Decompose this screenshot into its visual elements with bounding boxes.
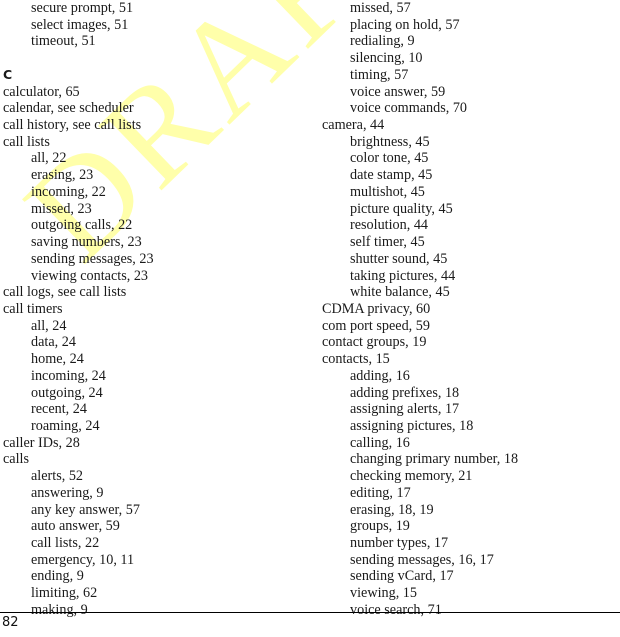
index-entry-sub: voice answer, 59 xyxy=(350,83,446,100)
index-entry-sub: any key answer, 57 xyxy=(31,501,140,518)
index-entry-sub: brightness, 45 xyxy=(350,133,430,150)
index-entry-sub: timing, 57 xyxy=(350,66,409,83)
index-column-left: secure prompt, 51 select images, 51 timeou… xyxy=(3,0,303,619)
index-entry-sub: saving numbers, 23 xyxy=(31,234,142,251)
index-entry-sub: timeout, 51 xyxy=(31,33,96,50)
page-footer: 82 xyxy=(0,612,620,632)
index-entry-main: calculator, 65 xyxy=(3,83,80,100)
index-entry-main: contact groups, 19 xyxy=(322,334,427,351)
index-entry-sub: picture quality, 45 xyxy=(350,200,453,217)
index-entry-sub: sending messages, 23 xyxy=(31,250,154,267)
index-entry-sub: number types, 17 xyxy=(350,535,449,551)
index-entry-sub: missed, 57 xyxy=(350,0,411,16)
index-entry-sub: resolution, 44 xyxy=(350,217,429,234)
index-entry-main: call lists xyxy=(3,133,50,150)
index-entry-sub: incoming, 24 xyxy=(31,367,106,384)
index-entry-sub: incoming, 22 xyxy=(31,183,106,200)
index-entry-sub: emergency, 10, 11 xyxy=(31,551,135,568)
index-entry-sub: multishot, 45 xyxy=(350,183,425,200)
index-section-heading: C xyxy=(3,66,13,82)
index-entry-sub: placing on hold, 57 xyxy=(350,16,460,33)
index-entry-sub: white balance, 45 xyxy=(350,284,450,301)
index-entry-sub: roaming, 24 xyxy=(31,417,100,434)
index-entry-sub: voice commands, 70 xyxy=(350,100,468,117)
index-entry-sub: erasing, 18, 19 xyxy=(350,501,434,518)
index-entry-sub: missed, 23 xyxy=(31,200,92,217)
index-spacer xyxy=(3,50,303,67)
index-entry-main: call history, see call lists xyxy=(3,117,142,134)
index-entry-sub: adding, 16 xyxy=(350,367,410,384)
index-entry-main: caller IDs, 28 xyxy=(3,434,80,451)
index-entry-sub: limiting, 62 xyxy=(31,585,98,602)
index-entry-main: com port speed, 59 xyxy=(322,317,430,334)
index-entry-sub: all, 22 xyxy=(31,150,67,167)
index-entry-sub: editing, 17 xyxy=(350,484,411,501)
index-entry-main: camera, 44 xyxy=(322,117,385,134)
index-entry-sub: checking memory, 21 xyxy=(350,468,473,485)
index-entry-sub: data, 24 xyxy=(31,334,76,351)
index-entry-sub: self timer, 45 xyxy=(350,234,425,251)
index-entry-sub: all, 24 xyxy=(31,317,67,334)
index-entry-sub: assigning pictures, 18 xyxy=(350,417,474,434)
index-entry-sub: calling, 16 xyxy=(350,434,410,451)
index-entry-sub: outgoing calls, 22 xyxy=(31,217,133,234)
index-entry-sub: outgoing, 24 xyxy=(31,384,103,401)
index-entry-sub: auto answer, 59 xyxy=(31,518,120,535)
index-entry-sub: answering, 9 xyxy=(31,484,104,501)
index-entry-sub: changing primary number, 18 xyxy=(350,451,519,468)
index-entry-sub: groups, 19 xyxy=(350,518,410,535)
index-entry-sub: viewing contacts, 23 xyxy=(31,267,149,284)
index-entry-sub: call lists, 22 xyxy=(31,535,100,551)
index-entry-sub: color tone, 45 xyxy=(350,150,429,167)
index-entry-sub: assigning alerts, 17 xyxy=(350,401,460,418)
index-entry-sub: redialing, 9 xyxy=(350,33,415,50)
index-entry-main: call logs, see call lists xyxy=(3,284,127,301)
index-entry-main: contacts, 15 xyxy=(322,351,390,368)
index-entry-sub: sending messages, 16, 17 xyxy=(350,551,494,568)
index-entry-sub: date stamp, 45 xyxy=(350,167,433,184)
index-page-content: secure prompt, 51 select images, 51 timeou… xyxy=(0,0,620,637)
index-entry-sub: home, 24 xyxy=(31,351,84,368)
index-entry-sub: sending vCard, 17 xyxy=(350,568,454,585)
index-entry-sub: ending, 9 xyxy=(31,568,84,585)
index-entry-sub: select images, 51 xyxy=(31,16,129,33)
index-entry-main: calls xyxy=(3,451,29,468)
index-entry-sub: alerts, 52 xyxy=(31,468,84,485)
index-entry-main: CDMA privacy, 60 xyxy=(322,300,431,317)
page-number: 82 xyxy=(2,615,19,630)
index-entry-sub: adding prefixes, 18 xyxy=(350,384,460,401)
index-entry-main: calendar, see scheduler xyxy=(3,100,134,117)
index-entry-sub: viewing, 15 xyxy=(350,585,417,602)
index-entry-sub: shutter sound, 45 xyxy=(350,250,448,267)
index-entry-sub: secure prompt, 51 xyxy=(31,0,134,16)
index-entry-sub: taking pictures, 44 xyxy=(350,267,456,284)
index-entry-main: call timers xyxy=(3,300,63,317)
index-entry-sub: erasing, 23 xyxy=(31,167,94,184)
index-entry-sub: silencing, 10 xyxy=(350,50,423,67)
index-column-right: missed, 57 placing on hold, 57 redialing, … xyxy=(322,0,620,619)
index-entry-sub: recent, 24 xyxy=(31,401,87,418)
